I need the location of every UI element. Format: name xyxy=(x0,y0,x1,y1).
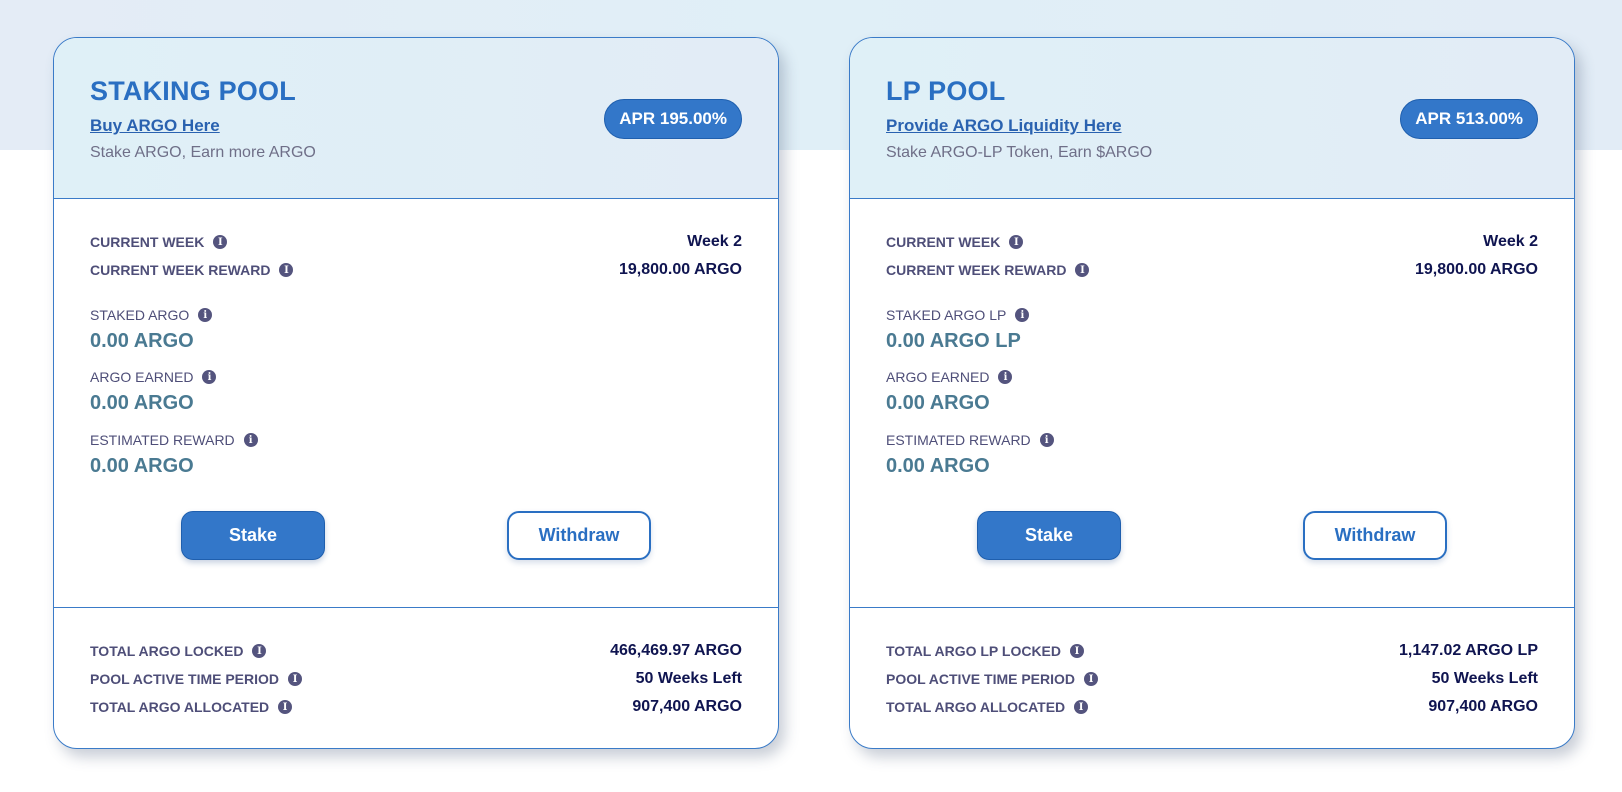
current-week-label: CURRENT WEEK xyxy=(886,234,1001,250)
current-week-row: CURRENT WEEK i Week 2 xyxy=(90,233,742,251)
withdraw-button[interactable]: Withdraw xyxy=(507,511,651,560)
pool-subtitle: Stake ARGO-LP Token, Earn $ARGO xyxy=(886,144,1153,161)
estimated-label: ESTIMATED REWARD xyxy=(886,432,1031,448)
earned-label-row: ARGO EARNED i xyxy=(90,369,217,385)
estimated-label: ESTIMATED REWARD xyxy=(90,432,235,448)
current-week-reward-label: CURRENT WEEK REWARD xyxy=(886,262,1067,278)
estimated-value: 0.00 ARGO xyxy=(886,455,990,477)
info-icon[interactable]: i xyxy=(1070,644,1085,658)
staked-label: STAKED ARGO LP xyxy=(886,307,1007,323)
card-body: CURRENT WEEK i Week 2 CURRENT WEEK REWARD… xyxy=(850,199,1574,608)
staked-label-row: STAKED ARGO LP i xyxy=(886,307,1030,323)
earned-label: ARGO EARNED xyxy=(90,369,194,385)
current-week-reward-value: 19,800.00 ARGO xyxy=(618,261,742,278)
earned-label-row: ARGO EARNED i xyxy=(886,369,1013,385)
pool-title: LP POOL xyxy=(886,76,1006,106)
current-week-reward-label: CURRENT WEEK REWARD xyxy=(90,262,271,278)
pool-subtitle: Stake ARGO, Earn more ARGO xyxy=(90,144,316,161)
info-icon[interactable]: i xyxy=(1084,672,1099,686)
info-icon[interactable]: i xyxy=(278,700,293,714)
info-icon[interactable]: i xyxy=(252,644,267,658)
card-footer: TOTAL ARGO LOCKED i 466,469.97 ARGO POOL … xyxy=(54,608,778,748)
total-locked-value: 1,147.02 ARGO LP xyxy=(1398,642,1538,659)
stake-button[interactable]: Stake xyxy=(181,511,325,560)
active-period-label: POOL ACTIVE TIME PERIOD xyxy=(886,671,1076,687)
estimated-value: 0.00 ARGO xyxy=(90,455,194,477)
info-icon[interactable]: i xyxy=(998,370,1013,384)
active-period-value: 50 Weeks Left xyxy=(635,670,742,687)
total-allocated-value: 907,400 ARGO xyxy=(632,698,742,715)
card-header: LP POOL Provide ARGO Liquidity Here Stak… xyxy=(850,38,1574,199)
info-icon[interactable]: i xyxy=(1075,263,1090,277)
pool-title: STAKING POOL xyxy=(90,76,296,106)
total-allocated-value: 907,400 ARGO xyxy=(1428,698,1538,715)
total-allocated-row: TOTAL ARGO ALLOCATED i 907,400 ARGO xyxy=(90,698,742,716)
current-week-row: CURRENT WEEK i Week 2 xyxy=(886,233,1538,251)
staking-pool-card: STAKING POOL Buy ARGO Here Stake ARGO, E… xyxy=(53,37,779,749)
info-icon[interactable]: i xyxy=(279,263,294,277)
estimated-label-row: ESTIMATED REWARD i xyxy=(90,432,258,448)
current-week-label: CURRENT WEEK xyxy=(90,234,205,250)
info-icon[interactable]: i xyxy=(1039,433,1054,447)
earned-value: 0.00 ARGO xyxy=(90,392,194,414)
info-icon[interactable]: i xyxy=(1015,308,1030,322)
card-footer: TOTAL ARGO LP LOCKED i 1,147.02 ARGO LP P… xyxy=(850,608,1574,748)
active-period-value: 50 Weeks Left xyxy=(1431,670,1538,687)
active-period-row: POOL ACTIVE TIME PERIOD i 50 Weeks Left xyxy=(90,670,742,688)
total-allocated-row: TOTAL ARGO ALLOCATED i 907,400 ARGO xyxy=(886,698,1538,716)
current-week-value: Week 2 xyxy=(1483,233,1538,250)
total-locked-row: TOTAL ARGO LP LOCKED i 1,147.02 ARGO LP xyxy=(886,642,1538,660)
card-header: STAKING POOL Buy ARGO Here Stake ARGO, E… xyxy=(54,38,778,199)
total-locked-value: 466,469.97 ARGO xyxy=(610,642,742,659)
staked-value: 0.00 ARGO xyxy=(90,330,194,352)
info-icon[interactable]: i xyxy=(202,370,217,384)
apr-badge: APR 513.00% xyxy=(1400,99,1538,139)
buy-argo-link[interactable]: Buy ARGO Here xyxy=(90,116,220,136)
active-period-label: POOL ACTIVE TIME PERIOD xyxy=(90,671,280,687)
current-week-reward-row: CURRENT WEEK REWARD i 19,800.00 ARGO xyxy=(886,261,1538,279)
apr-badge: APR 195.00% xyxy=(604,99,742,139)
earned-label: ARGO EARNED xyxy=(886,369,990,385)
info-icon[interactable]: i xyxy=(1074,700,1089,714)
current-week-value: Week 2 xyxy=(687,233,742,250)
total-locked-label: TOTAL ARGO LOCKED xyxy=(90,643,244,659)
withdraw-button[interactable]: Withdraw xyxy=(1303,511,1447,560)
staked-label-row: STAKED ARGO i xyxy=(90,307,213,323)
total-locked-row: TOTAL ARGO LOCKED i 466,469.97 ARGO xyxy=(90,642,742,660)
current-week-reward-row: CURRENT WEEK REWARD i 19,800.00 ARGO xyxy=(90,261,742,279)
lp-pool-card: LP POOL Provide ARGO Liquidity Here Stak… xyxy=(849,37,1575,749)
earned-value: 0.00 ARGO xyxy=(886,392,990,414)
total-allocated-label: TOTAL ARGO ALLOCATED xyxy=(90,699,270,715)
card-body: CURRENT WEEK i Week 2 CURRENT WEEK REWARD… xyxy=(54,199,778,608)
stake-button[interactable]: Stake xyxy=(977,511,1121,560)
estimated-label-row: ESTIMATED REWARD i xyxy=(886,432,1054,448)
staked-label: STAKED ARGO xyxy=(90,307,190,323)
staked-value: 0.00 ARGO LP xyxy=(886,330,1021,352)
current-week-reward-value: 19,800.00 ARGO xyxy=(1414,261,1538,278)
info-icon[interactable]: i xyxy=(213,235,228,249)
active-period-row: POOL ACTIVE TIME PERIOD i 50 Weeks Left xyxy=(886,670,1538,688)
info-icon[interactable]: i xyxy=(1009,235,1024,249)
info-icon[interactable]: i xyxy=(243,433,258,447)
info-icon[interactable]: i xyxy=(198,308,213,322)
info-icon[interactable]: i xyxy=(288,672,303,686)
total-allocated-label: TOTAL ARGO ALLOCATED xyxy=(886,699,1066,715)
total-locked-label: TOTAL ARGO LP LOCKED xyxy=(886,643,1062,659)
provide-liquidity-link[interactable]: Provide ARGO Liquidity Here xyxy=(886,116,1122,136)
